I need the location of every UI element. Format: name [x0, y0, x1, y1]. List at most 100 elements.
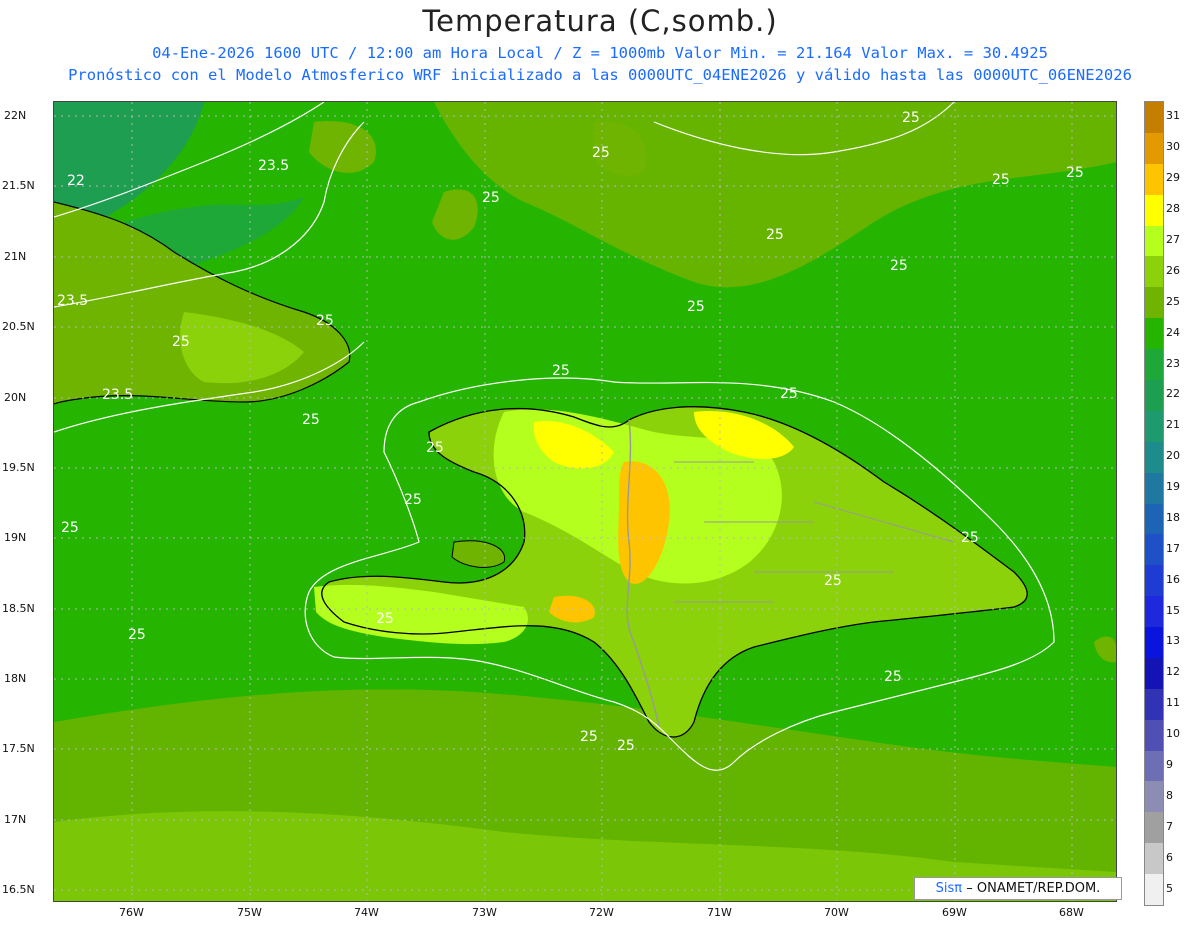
map-title: Temperatura (C,somb.)	[422, 4, 778, 38]
lat-label-20n: 20N	[4, 391, 27, 404]
legend-label: 21	[1166, 418, 1180, 432]
legend-label: 12	[1166, 665, 1180, 679]
lon-label-72w: 72W	[589, 906, 614, 919]
legend-label: 10	[1166, 727, 1180, 741]
lon-label-68w: 68W	[1059, 906, 1084, 919]
lat-label-21n: 21N	[4, 250, 27, 263]
legend-label: 25	[1166, 294, 1180, 308]
map-subtitle-model-run: Pronóstico con el Modelo Atmosferico WRF…	[68, 66, 1132, 84]
credit-brand: Sisπ	[935, 881, 963, 896]
contour-label-23-5-a: 23.5	[258, 158, 289, 174]
temperature-map: 22 23.5 23.5 23.5 25 25 25 25 25 25 25 2…	[53, 101, 1117, 902]
legend-color-swatch	[1145, 781, 1163, 813]
legend-color-swatch	[1145, 719, 1163, 752]
lon-label-69w: 69W	[942, 906, 967, 919]
legend-label: 7	[1166, 819, 1173, 833]
lon-label-75w: 75W	[237, 906, 262, 919]
contour-label-25-b: 25	[592, 145, 610, 161]
legend-color-swatch	[1145, 472, 1163, 504]
legend-label: 29	[1166, 171, 1180, 185]
legend-label: 5	[1166, 881, 1173, 895]
contour-label-25-i: 25	[172, 334, 190, 350]
contour-label-25-e: 25	[687, 299, 705, 315]
contour-label-25-u: 25	[902, 110, 920, 126]
contour-label-25-l: 25	[404, 492, 422, 508]
lon-label-71w: 71W	[707, 906, 732, 919]
contour-label-25-t: 25	[617, 738, 635, 754]
legend-label: 6	[1166, 850, 1173, 864]
legend-color-swatch	[1145, 410, 1163, 443]
legend-color-swatch	[1145, 318, 1163, 350]
legend-color-swatch	[1145, 102, 1163, 134]
contour-label-23-5-c: 23.5	[102, 387, 133, 403]
legend-label: 22	[1166, 387, 1180, 401]
contour-label-25-d: 25	[890, 258, 908, 274]
legend-color-swatch	[1145, 503, 1163, 535]
contour-label-25-p: 25	[824, 573, 842, 589]
contour-label-25-s: 25	[580, 729, 598, 745]
legend-label: 17	[1166, 541, 1180, 555]
contour-label-25-q: 25	[961, 530, 979, 546]
legend-color-swatch	[1145, 596, 1163, 628]
credit-box: Sisπ – ONAMET/REP.DOM.	[914, 877, 1122, 900]
legend-color-swatch	[1145, 379, 1163, 412]
contour-label-25-h: 25	[316, 313, 334, 329]
lat-label-18n: 18N	[4, 672, 27, 685]
lat-label-19n: 19N	[4, 531, 27, 544]
legend-color-swatch	[1145, 565, 1163, 597]
lat-label-17n: 17N	[4, 813, 27, 826]
legend-color-swatch	[1145, 441, 1163, 474]
lon-label-73w: 73W	[472, 906, 497, 919]
map-canvas: 22 23.5 23.5 23.5 25 25 25 25 25 25 25 2…	[54, 102, 1116, 901]
contour-label-25-o: 25	[128, 627, 146, 643]
legend-color-swatch	[1145, 225, 1163, 257]
legend-color-swatch	[1145, 688, 1163, 721]
legend-color-swatch	[1145, 657, 1163, 690]
contour-label-25-n: 25	[376, 611, 394, 627]
contour-label-25-m: 25	[61, 520, 79, 536]
lat-label-18-5n: 18.5N	[2, 602, 35, 615]
lon-label-74w: 74W	[354, 906, 379, 919]
legend-color-swatch	[1145, 534, 1163, 566]
legend-color-swatch	[1145, 874, 1163, 906]
legend-color-swatch	[1145, 194, 1163, 227]
legend-label: 26	[1166, 263, 1180, 277]
lon-label-70w: 70W	[824, 906, 849, 919]
lat-label-16-5n: 16.5N	[2, 883, 35, 896]
legend-label: 15	[1166, 603, 1180, 617]
legend-label: 31	[1166, 109, 1180, 123]
contour-label-25-g: 25	[780, 386, 798, 402]
credit-org: – ONAMET/REP.DOM.	[966, 881, 1101, 896]
contour-label-25-c: 25	[766, 227, 784, 243]
legend-label: 27	[1166, 232, 1180, 246]
legend-color-swatch	[1145, 287, 1163, 319]
legend-label: 16	[1166, 572, 1180, 586]
lat-label-17-5n: 17.5N	[2, 742, 35, 755]
legend-label: 24	[1166, 325, 1180, 339]
legend-label: 9	[1166, 758, 1173, 772]
contour-label-25-f: 25	[552, 363, 570, 379]
legend-color-swatch	[1145, 256, 1163, 288]
contour-label-25-a: 25	[482, 190, 500, 206]
legend-label: 8	[1166, 788, 1173, 802]
contour-label-25-v: 25	[992, 172, 1010, 188]
contour-label-25-k: 25	[426, 440, 444, 456]
legend-label: 30	[1166, 140, 1180, 154]
lat-label-21-5n: 21.5N	[2, 179, 35, 192]
legend-color-swatch	[1145, 163, 1163, 196]
legend-color-swatch	[1145, 349, 1163, 381]
contour-label-23-5-b: 23.5	[57, 293, 88, 309]
legend-color-swatch	[1145, 750, 1163, 782]
legend-color-swatch	[1145, 843, 1163, 875]
lat-label-20-5n: 20.5N	[2, 320, 35, 333]
contour-label-25-j: 25	[302, 412, 320, 428]
legend-color-swatch	[1145, 627, 1163, 659]
contour-label-25-w: 25	[1066, 165, 1084, 181]
legend-label: 20	[1166, 449, 1180, 463]
legend-label: 11	[1166, 696, 1180, 710]
contour-label-25-r: 25	[884, 669, 902, 685]
lon-label-76w: 76W	[119, 906, 144, 919]
lat-label-19-5n: 19.5N	[2, 461, 35, 474]
legend-label: 18	[1166, 510, 1180, 524]
legend-label: 28	[1166, 202, 1180, 216]
